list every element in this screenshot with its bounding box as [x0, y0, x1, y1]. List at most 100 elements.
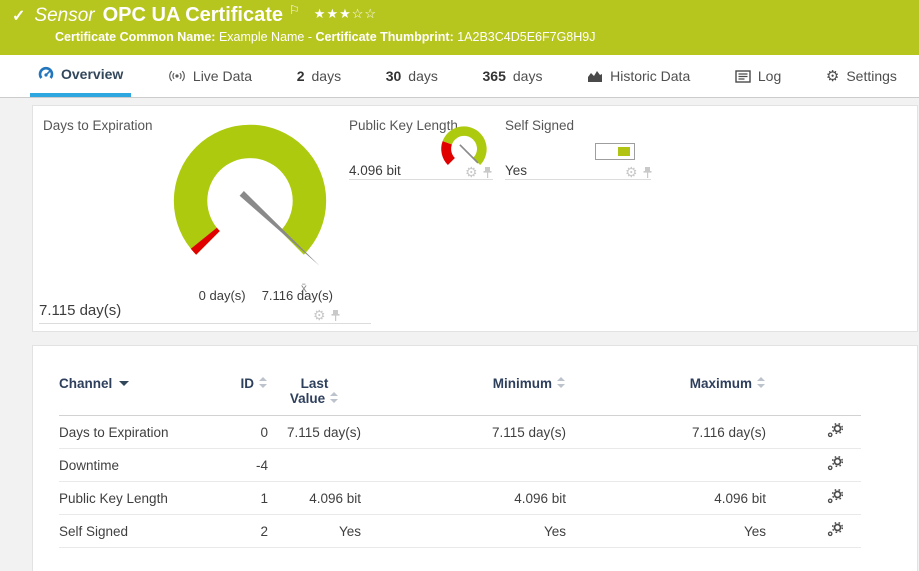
- days-to-expiration-gauge: x̄ 0 day(s) 7.116 day(s): [143, 108, 357, 303]
- self-signed-value: Yes: [505, 163, 527, 178]
- sort-desc-icon: [119, 381, 129, 386]
- flag-icon[interactable]: ⚐: [289, 3, 300, 17]
- gauge-icon: [38, 66, 54, 82]
- channel-name-cell: Downtime: [59, 449, 210, 482]
- tab-30-days-unit: days: [408, 68, 438, 84]
- sensor-title-row: ✓ Sensor OPC UA Certificate ⚐ ★★★☆☆: [12, 4, 377, 27]
- channel-name-cell: Public Key Length: [59, 482, 210, 515]
- tab-365-days-unit: days: [513, 68, 543, 84]
- common-name-value: Example Name: [219, 30, 304, 44]
- self-signed-indicator: [595, 143, 635, 160]
- common-name-label: Certificate Common Name:: [55, 30, 215, 44]
- channel-id-cell: 0: [210, 416, 268, 449]
- last-value-cell: 7.115 day(s): [268, 416, 361, 449]
- area-chart-icon: [587, 69, 603, 83]
- sort-icon: [757, 377, 766, 388]
- tab-30-days[interactable]: 30 days: [378, 55, 446, 97]
- channel-settings-icon[interactable]: [827, 522, 843, 540]
- subtitle-separator: -: [308, 30, 312, 44]
- gauges-card: Days to Expiration x̄ 0 day(s) 7.116 day…: [32, 105, 918, 332]
- self-signed-title: Self Signed: [505, 118, 574, 133]
- table-row: Public Key Length 1 4.096 bit 4.096 bit …: [59, 482, 861, 515]
- channels-table: Channel ID Last Value Minimum Maximum: [59, 376, 861, 548]
- table-row: Self Signed 2 Yes Yes Yes: [59, 515, 861, 548]
- gear-icon[interactable]: ⚙: [625, 165, 638, 179]
- tab-log[interactable]: Log: [727, 55, 789, 97]
- tab-log-label: Log: [758, 68, 781, 84]
- mini-gauge-needle: [460, 145, 478, 163]
- mini-gauge-warning-zone: [441, 141, 455, 165]
- last-value-cell: [268, 449, 361, 482]
- gear-icon[interactable]: ⚙: [313, 308, 326, 322]
- table-row: Days to Expiration 0 7.115 day(s) 7.115 …: [59, 416, 861, 449]
- stars-empty[interactable]: ☆☆: [352, 6, 377, 21]
- days-to-expiration-value: 7.115 day(s): [39, 302, 121, 319]
- self-signed-indicator-knob: [618, 147, 630, 156]
- channel-name-cell: Days to Expiration: [59, 416, 210, 449]
- stars-filled[interactable]: ★★★: [314, 6, 352, 21]
- channels-card: Channel ID Last Value Minimum Maximum: [32, 345, 918, 571]
- tab-365-days-number: 365: [483, 68, 506, 84]
- tab-2-days[interactable]: 2 days: [289, 55, 349, 97]
- maximum-cell: [566, 449, 766, 482]
- channel-id-cell: 1: [210, 482, 268, 515]
- tab-live-data[interactable]: Live Data: [160, 55, 260, 97]
- minimum-cell: 4.096 bit: [361, 482, 566, 515]
- table-header-row: Channel ID Last Value Minimum Maximum: [59, 376, 861, 416]
- tab-live-data-label: Live Data: [193, 68, 252, 84]
- tab-overview[interactable]: Overview: [30, 55, 131, 97]
- sort-icon: [557, 377, 566, 388]
- thumbprint-label: Certificate Thumbprint:: [316, 30, 454, 44]
- days-to-expiration-title: Days to Expiration: [43, 118, 153, 133]
- panel-divider: [505, 179, 651, 180]
- tab-settings[interactable]: ⚙ Settings: [818, 55, 905, 97]
- channel-settings-icon[interactable]: [827, 423, 843, 441]
- table-row: Downtime -4: [59, 449, 861, 482]
- channel-settings-icon[interactable]: [827, 456, 843, 474]
- tab-2-days-number: 2: [297, 68, 305, 84]
- column-header-maximum[interactable]: Maximum: [566, 376, 766, 416]
- tab-settings-label: Settings: [846, 68, 897, 84]
- log-list-icon: [735, 70, 751, 83]
- maximum-cell: Yes: [566, 515, 766, 548]
- panel-divider: [349, 179, 493, 180]
- column-header-last-value[interactable]: Last Value: [268, 376, 361, 416]
- tab-historic-data[interactable]: Historic Data: [579, 55, 698, 97]
- tab-30-days-number: 30: [386, 68, 402, 84]
- last-value-cell: 4.096 bit: [268, 482, 361, 515]
- column-header-channel[interactable]: Channel: [59, 376, 210, 416]
- gauge-min-label: 0 day(s): [199, 288, 246, 303]
- tab-2-days-unit: days: [312, 68, 342, 84]
- channel-settings-icon[interactable]: [827, 489, 843, 507]
- panel-divider: [39, 323, 371, 324]
- tab-365-days[interactable]: 365 days: [475, 55, 551, 97]
- gear-icon[interactable]: ⚙: [465, 165, 478, 179]
- broadcast-icon: [168, 69, 186, 83]
- gauge-max-label: 7.116 day(s): [262, 288, 333, 303]
- settings-gear-icon: ⚙: [826, 67, 839, 85]
- tab-historic-data-label: Historic Data: [610, 68, 690, 84]
- sensor-name: OPC UA Certificate: [103, 4, 283, 27]
- public-key-length-value: 4.096 bit: [349, 163, 401, 178]
- days-to-expiration-actions: ⚙: [313, 308, 341, 322]
- pin-icon[interactable]: [642, 166, 653, 179]
- sensor-word: Sensor: [34, 5, 94, 27]
- minimum-cell: 7.115 day(s): [361, 416, 566, 449]
- priority-stars[interactable]: ★★★☆☆: [314, 6, 377, 22]
- sort-icon: [259, 377, 268, 388]
- column-header-minimum[interactable]: Minimum: [361, 376, 566, 416]
- pin-icon[interactable]: [482, 166, 493, 179]
- column-header-id[interactable]: ID: [210, 376, 268, 416]
- channel-name-cell: Self Signed: [59, 515, 210, 548]
- sensor-subtitle: Certificate Common Name: Example Name - …: [55, 30, 596, 44]
- status-check-icon: ✓: [12, 6, 25, 26]
- tab-overview-label: Overview: [61, 66, 123, 82]
- minimum-cell: [361, 449, 566, 482]
- sort-icon: [330, 392, 339, 403]
- public-key-length-actions: ⚙: [465, 165, 493, 179]
- maximum-cell: 7.116 day(s): [566, 416, 766, 449]
- pin-icon[interactable]: [330, 309, 341, 322]
- tab-bar: Overview Live Data 2 days 30 days 365 da…: [0, 55, 919, 98]
- minimum-cell: Yes: [361, 515, 566, 548]
- channel-id-cell: -4: [210, 449, 268, 482]
